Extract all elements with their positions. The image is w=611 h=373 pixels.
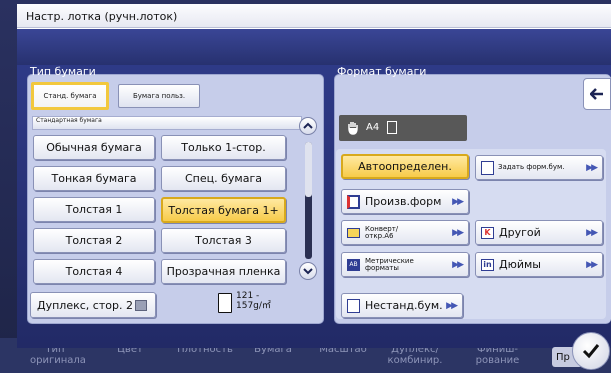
paper-type-title: Тип бумаги bbox=[30, 65, 96, 78]
paper-plain-button[interactable]: Обычная бумага bbox=[33, 135, 155, 160]
envelope-label: Конверт/ откр.A6 bbox=[365, 224, 399, 240]
paper-size-title: Формат бумаги bbox=[337, 65, 427, 78]
paper-thick-1plus-button[interactable]: Толстая бумага 1+ bbox=[161, 197, 286, 223]
paper-weight-line1: 121 - bbox=[236, 291, 260, 301]
paper-thick-3-button[interactable]: Толстая 3 bbox=[161, 228, 286, 253]
paper-thick-1-button[interactable]: Толстая 1 bbox=[33, 197, 155, 222]
custom-size-icon bbox=[347, 194, 360, 209]
current-size-value: A4 bbox=[366, 122, 380, 133]
double-arrow-icon: ▶▶ bbox=[452, 196, 464, 207]
set-size-button[interactable]: Задать форм.бум. ▶▶ bbox=[475, 155, 603, 180]
metric-sizes-label: Метрические форматы bbox=[365, 256, 414, 272]
duplex-side2-label: Дуплекс, стор. 2 bbox=[37, 298, 133, 312]
nonstandard-paper-button[interactable]: Нестанд.бум. ▶▶ bbox=[341, 293, 463, 318]
tab-custom-paper[interactable]: Бумага польз. bbox=[118, 84, 200, 108]
dialog-title: Настр. лотка (ручн.лоток) bbox=[26, 10, 178, 23]
inch-sizes-button[interactable]: in Дюймы ▶▶ bbox=[475, 252, 603, 277]
paper-single-side-button[interactable]: Только 1-стор. bbox=[161, 135, 286, 160]
tab-standard-paper[interactable]: Станд. бумага bbox=[31, 82, 109, 110]
paper-special-button[interactable]: Спец. бумага bbox=[161, 166, 286, 191]
inch-icon: in bbox=[481, 258, 494, 271]
double-arrow-icon: ▶▶ bbox=[586, 259, 598, 270]
double-arrow-icon: ▶▶ bbox=[452, 259, 464, 270]
custom-size-label: Произв.форм bbox=[365, 195, 442, 208]
arrow-left-icon bbox=[590, 88, 603, 100]
scroll-down-button[interactable] bbox=[299, 262, 317, 280]
nonstandard-paper-icon bbox=[347, 298, 360, 313]
envelope-button[interactable]: Конверт/ откр.A6 ▶▶ bbox=[341, 220, 469, 245]
title-bar: Настр. лотка (ручн.лоток) bbox=[17, 4, 611, 28]
standard-paper-label: Стандартная бумага bbox=[32, 116, 302, 130]
header-band bbox=[17, 29, 611, 65]
envelope-icon bbox=[347, 227, 360, 238]
paper-weight-range: 121 - 157g/㎡ bbox=[236, 291, 271, 311]
inch-sizes-label: Дюймы bbox=[499, 258, 541, 271]
set-size-icon bbox=[481, 160, 494, 175]
metric-sizes-button[interactable]: AB Метрические форматы ▶▶ bbox=[341, 252, 469, 277]
chevron-down-icon bbox=[303, 268, 313, 275]
checkmark-icon bbox=[582, 344, 600, 359]
auto-detect-button[interactable]: Автоопределен. bbox=[341, 154, 469, 179]
scrollbar-thumb[interactable] bbox=[305, 142, 312, 197]
duplex-checkbox[interactable] bbox=[135, 300, 147, 311]
nonstandard-paper-label: Нестанд.бум. bbox=[365, 299, 443, 312]
duplex-side2-button[interactable]: Дуплекс, стор. 2 bbox=[30, 292, 156, 318]
paper-thick-2-button[interactable]: Толстая 2 bbox=[33, 228, 155, 253]
chevron-up-icon bbox=[303, 122, 313, 129]
ok-button[interactable] bbox=[572, 332, 610, 370]
double-arrow-icon: ▶▶ bbox=[452, 227, 464, 238]
set-size-label: Задать форм.бум. bbox=[498, 163, 565, 171]
paper-thick-4-button[interactable]: Толстая 4 bbox=[33, 259, 155, 284]
other-size-icon: K bbox=[481, 226, 494, 239]
paper-weight-icon bbox=[218, 293, 232, 313]
other-size-label: Другой bbox=[499, 226, 541, 239]
scroll-up-button[interactable] bbox=[299, 117, 317, 135]
metric-icon: AB bbox=[347, 258, 360, 271]
double-arrow-icon: ▶▶ bbox=[586, 227, 598, 238]
back-button[interactable] bbox=[583, 78, 611, 110]
paper-transparency-button[interactable]: Прозрачная пленка bbox=[161, 259, 286, 284]
custom-size-button[interactable]: Произв.форм ▶▶ bbox=[341, 189, 469, 214]
portrait-page-icon bbox=[387, 121, 397, 134]
current-size-display: A4 bbox=[339, 115, 467, 141]
double-arrow-icon: ▶▶ bbox=[446, 300, 458, 311]
double-arrow-icon: ▶▶ bbox=[586, 162, 598, 173]
paper-thin-button[interactable]: Тонкая бумага bbox=[33, 166, 155, 191]
other-size-button[interactable]: K Другой ▶▶ bbox=[475, 220, 603, 245]
paper-weight-line2: 157g/㎡ bbox=[236, 301, 271, 311]
hand-icon bbox=[348, 122, 358, 135]
